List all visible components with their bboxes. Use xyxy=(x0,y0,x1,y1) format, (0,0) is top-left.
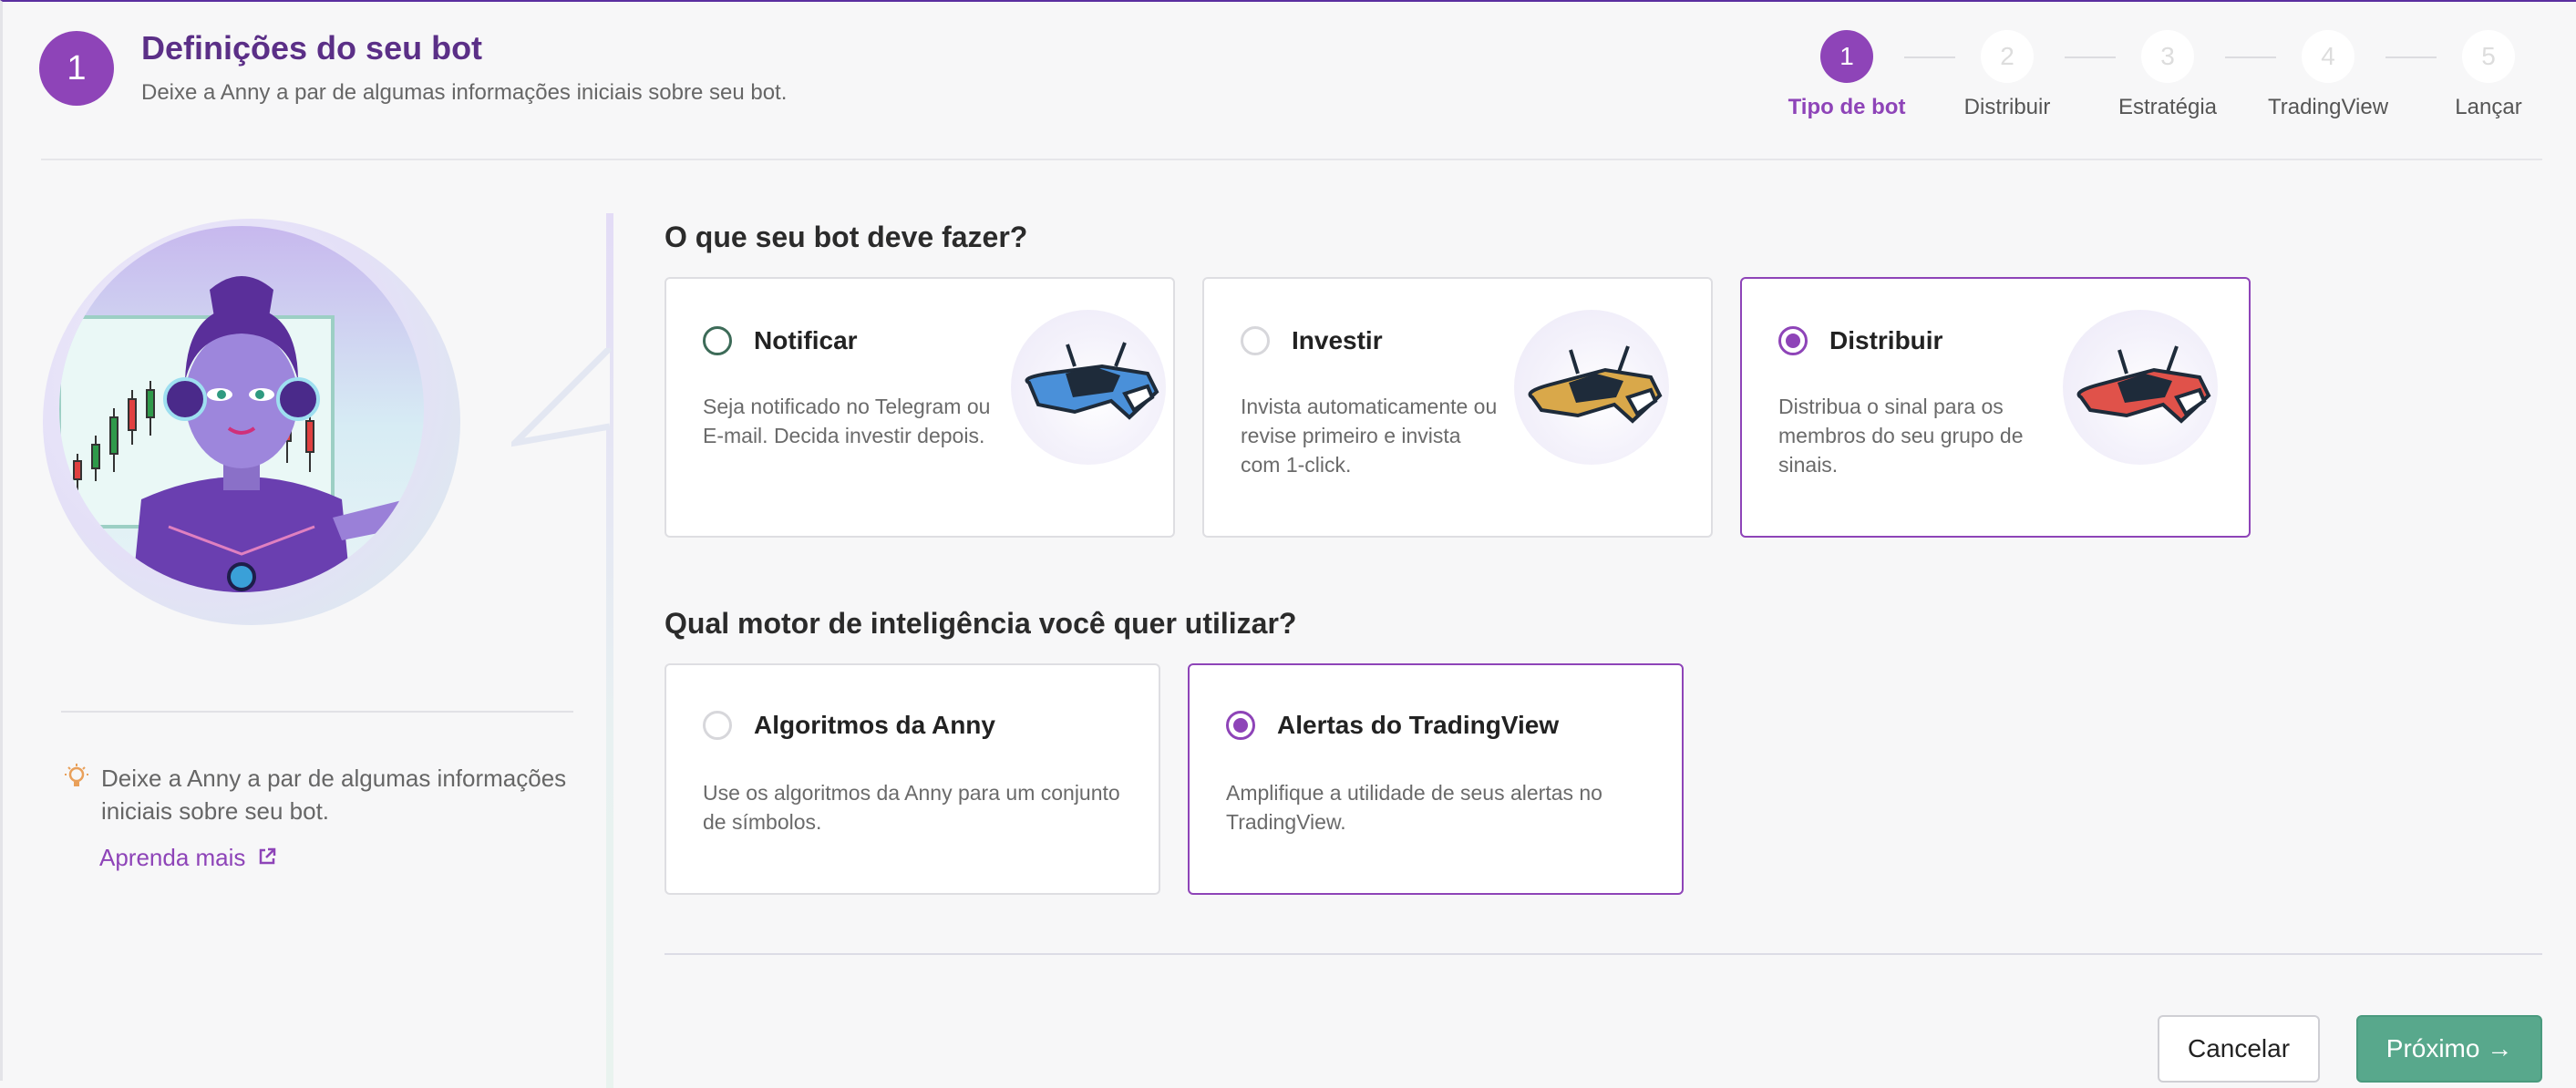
step-1-circle[interactable]: 1 xyxy=(1820,30,1873,83)
step-connector xyxy=(2385,56,2437,58)
step-5-circle[interactable]: 5 xyxy=(2462,30,2515,83)
footer-divider xyxy=(665,953,2542,955)
step-1-label[interactable]: Tipo de bot xyxy=(1788,95,1906,120)
step-2-circle[interactable]: 2 xyxy=(1981,30,2034,83)
radio-notificar[interactable] xyxy=(703,326,732,355)
option-card-investir[interactable]: Investir Invista automaticamente ou revi… xyxy=(1202,277,1713,538)
step-4-label[interactable]: TradingView xyxy=(2268,95,2388,120)
lightbulb-icon xyxy=(65,764,88,797)
external-link-icon xyxy=(252,847,276,870)
panel-divider xyxy=(606,213,613,1088)
header-divider xyxy=(41,159,2542,160)
drone-red-illustration xyxy=(2063,310,2218,465)
step-number-badge: 1 xyxy=(39,31,114,106)
step-5-label[interactable]: Lançar xyxy=(2455,95,2521,120)
page-subtitle: Deixe a Anny a par de algumas informaçõe… xyxy=(141,80,788,105)
engine-title: Qual motor de inteligência você quer uti… xyxy=(665,607,1297,640)
cancel-button[interactable]: Cancelar xyxy=(2158,1015,2320,1083)
drone-blue-illustration xyxy=(1011,310,1166,465)
step-connector xyxy=(1904,56,1955,58)
anny-avatar xyxy=(59,226,424,592)
radio-distribuir[interactable] xyxy=(1778,326,1808,355)
learn-more-link[interactable]: Aprenda mais xyxy=(99,844,276,872)
radio-tradingview[interactable] xyxy=(1226,711,1255,740)
bot-action-title: O que seu bot deve fazer? xyxy=(665,221,1028,253)
learn-more-label: Aprenda mais xyxy=(99,844,246,871)
step-connector xyxy=(2065,56,2116,58)
card-title: Distribuir xyxy=(1829,326,1943,354)
step-4-circle[interactable]: 4 xyxy=(2302,30,2354,83)
step-2-label[interactable]: Distribuir xyxy=(1964,95,2051,120)
card-title: Alertas do TradingView xyxy=(1277,711,1560,739)
option-card-notificar[interactable]: Notificar Seja notificado no Telegram ou… xyxy=(665,277,1175,538)
next-button[interactable]: Próximo → xyxy=(2356,1015,2542,1083)
card-description: Seja notificado no Telegram ou E-mail. D… xyxy=(703,395,991,447)
card-description: Use os algoritmos da Anny para um conjun… xyxy=(703,781,1120,834)
card-title: Algoritmos da Anny xyxy=(754,711,995,739)
speech-notch xyxy=(511,348,613,447)
step-3-label[interactable]: Estratégia xyxy=(2118,95,2217,120)
card-title: Notificar xyxy=(754,326,858,354)
step-connector xyxy=(2225,56,2276,58)
sidebar-tip-text: Deixe a Anny a par de algumas informaçõe… xyxy=(101,765,567,825)
radio-investir[interactable] xyxy=(1241,326,1270,355)
card-description: Invista automaticamente ou revise primei… xyxy=(1241,395,1498,477)
page-title: Definições do seu bot xyxy=(141,29,483,67)
sidebar-divider xyxy=(61,711,573,713)
option-card-algoritmos[interactable]: Algoritmos da Anny Use os algoritmos da … xyxy=(665,663,1160,895)
card-description: Distribua o sinal para os membros do seu… xyxy=(1778,395,2024,477)
radio-algoritmos[interactable] xyxy=(703,711,732,740)
step-3-circle[interactable]: 3 xyxy=(2141,30,2194,83)
option-card-tradingview[interactable]: Alertas do TradingView Amplifique a util… xyxy=(1188,663,1684,895)
drone-gold-illustration xyxy=(1514,310,1669,465)
card-title: Investir xyxy=(1292,326,1383,354)
option-card-distribuir[interactable]: Distribuir Distribua o sinal para os mem… xyxy=(1740,277,2251,538)
card-description: Amplifique a utilidade de seus alertas n… xyxy=(1226,781,1602,834)
